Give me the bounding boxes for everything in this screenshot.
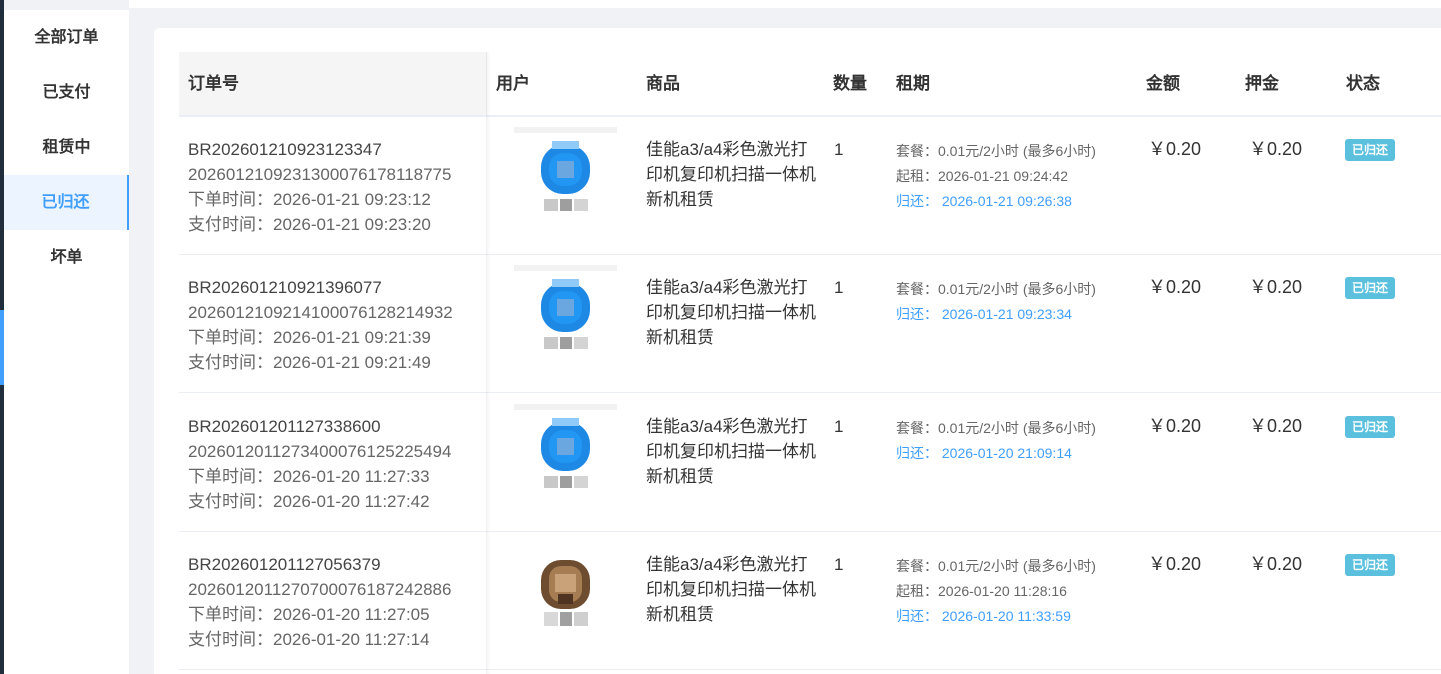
header-rental-period[interactable]: 租期 — [896, 52, 930, 115]
rental-period: 套餐：0.01元/2小时 (最多6小时) 归还： 2026-01-21 09:2… — [896, 277, 1096, 327]
pay-time: 支付时间：2026-01-21 09:23:20 — [188, 215, 431, 234]
amount-value: ￥0.20 — [1148, 416, 1202, 436]
start-time: 起租：2026-01-21 09:24:42 — [896, 168, 1068, 184]
trade-number: 2026012011270700076187242886 — [188, 580, 452, 599]
brown-avatar-icon[interactable] — [514, 542, 617, 630]
amount-value: ￥0.20 — [1148, 139, 1202, 159]
order-info: BR202601210923123347 2026012109231300076… — [188, 137, 488, 237]
orders-card: 订单号 用户 商品 数量 租期 金额 押金 状态 BR2026012109231… — [154, 28, 1441, 674]
plan-text: 套餐：0.01元/2小时 (最多6小时) — [896, 558, 1096, 574]
pay-time: 支付时间：2026-01-21 09:21:49 — [188, 353, 431, 372]
pay-time: 支付时间：2026-01-20 11:27:14 — [188, 630, 430, 649]
plan-text: 套餐：0.01元/2小时 (最多6小时) — [896, 281, 1096, 297]
quantity-value: 1 — [834, 555, 844, 574]
header-amount[interactable]: 金额 — [1146, 52, 1180, 115]
status-badge: 已归还 — [1345, 554, 1396, 576]
deposit-value: ￥0.20 — [1249, 416, 1303, 436]
sidebar-item-renting[interactable]: 租赁中 — [4, 120, 129, 175]
product-name[interactable]: 佳能a3/a4彩色激光打印机复印机扫描一体机新机租赁 — [646, 552, 816, 627]
order-number[interactable]: BR202601201127338600 — [188, 414, 488, 439]
quantity-value: 1 — [834, 140, 844, 159]
order-time: 下单时间：2026-01-20 11:27:33 — [188, 467, 430, 486]
return-time: 归还： 2026-01-21 09:26:38 — [896, 193, 1072, 209]
table-row[interactable]: BR202601210923123347 2026012109231300076… — [179, 117, 1441, 255]
order-info: BR202601201127056379 2026012011270700076… — [188, 552, 488, 652]
quantity-value: 1 — [834, 417, 844, 436]
order-filter-sidebar: 全部订单 已支付 租赁中 已归还 坏单 — [4, 10, 129, 674]
header-product[interactable]: 商品 — [646, 52, 680, 115]
sidebar-item-bad-orders[interactable]: 坏单 — [4, 230, 129, 285]
blue-avatar-icon[interactable] — [514, 265, 617, 353]
trade-number: 2026012011273400076125225494 — [188, 442, 452, 461]
trade-number: 2026012109231300076178118775 — [188, 165, 452, 184]
order-time: 下单时间：2026-01-20 11:27:05 — [188, 605, 430, 624]
return-time: 归还： 2026-01-21 09:23:34 — [896, 306, 1072, 322]
status-badge: 已归还 — [1345, 277, 1396, 299]
order-number[interactable]: BR202601210921396077 — [188, 275, 488, 300]
start-time: 起租：2026-01-20 11:28:16 — [896, 583, 1067, 599]
order-info: BR202601210921396077 2026012109214100076… — [188, 275, 488, 375]
table-row[interactable]: BR202601201127056379 2026012011270700076… — [179, 532, 1441, 670]
status-badge: 已归还 — [1345, 139, 1396, 161]
blue-avatar-icon[interactable] — [514, 127, 617, 215]
deposit-value: ￥0.20 — [1249, 277, 1303, 297]
product-name[interactable]: 佳能a3/a4彩色激光打印机复印机扫描一体机新机租赁 — [646, 137, 816, 212]
header-status[interactable]: 状态 — [1346, 52, 1380, 115]
sidebar-item-paid[interactable]: 已支付 — [4, 65, 129, 120]
rental-period: 套餐：0.01元/2小时 (最多6小时) 起租：2026-01-20 11:28… — [896, 554, 1096, 629]
order-info: BR202601201127338600 2026012011273400076… — [188, 414, 488, 514]
pay-time: 支付时间：2026-01-20 11:27:42 — [188, 492, 430, 511]
order-number[interactable]: BR202601210923123347 — [188, 137, 488, 162]
header-order-no[interactable]: 订单号 — [179, 52, 487, 115]
product-name[interactable]: 佳能a3/a4彩色激光打印机复印机扫描一体机新机租赁 — [646, 414, 816, 489]
sidebar-item-all-orders[interactable]: 全部订单 — [4, 10, 129, 65]
top-header-strip — [129, 0, 1441, 8]
header-user[interactable]: 用户 — [496, 52, 530, 115]
deposit-value: ￥0.20 — [1249, 554, 1303, 574]
deposit-value: ￥0.20 — [1249, 139, 1303, 159]
order-time: 下单时间：2026-01-21 09:23:12 — [188, 190, 431, 209]
plan-text: 套餐：0.01元/2小时 (最多6小时) — [896, 143, 1096, 159]
table-row[interactable]: BR202601210921396077 2026012109214100076… — [179, 255, 1441, 393]
product-name[interactable]: 佳能a3/a4彩色激光打印机复印机扫描一体机新机租赁 — [646, 275, 816, 350]
plan-text: 套餐：0.01元/2小时 (最多6小时) — [896, 420, 1096, 436]
table-row[interactable]: BR202601201127338600 2026012011273400076… — [179, 394, 1441, 532]
table-header: 订单号 用户 商品 数量 租期 金额 押金 状态 — [179, 52, 1441, 117]
header-deposit[interactable]: 押金 — [1245, 52, 1279, 115]
rental-period: 套餐：0.01元/2小时 (最多6小时) 起租：2026-01-21 09:24… — [896, 139, 1096, 214]
rental-period: 套餐：0.01元/2小时 (最多6小时) 归还： 2026-01-20 21:0… — [896, 416, 1096, 466]
quantity-value: 1 — [834, 278, 844, 297]
order-time: 下单时间：2026-01-21 09:21:39 — [188, 328, 431, 347]
sidebar-item-returned[interactable]: 已归还 — [4, 175, 129, 230]
return-time: 归还： 2026-01-20 21:09:14 — [896, 445, 1072, 461]
return-time: 归还： 2026-01-20 11:33:59 — [896, 608, 1071, 624]
status-badge: 已归还 — [1345, 416, 1396, 438]
amount-value: ￥0.20 — [1148, 277, 1202, 297]
trade-number: 2026012109214100076128214932 — [188, 303, 453, 322]
order-number[interactable]: BR202601201127056379 — [188, 552, 488, 577]
header-quantity[interactable]: 数量 — [833, 52, 867, 115]
amount-value: ￥0.20 — [1148, 554, 1202, 574]
fixed-column-shadow — [486, 52, 490, 674]
blue-avatar-icon[interactable] — [514, 404, 617, 492]
